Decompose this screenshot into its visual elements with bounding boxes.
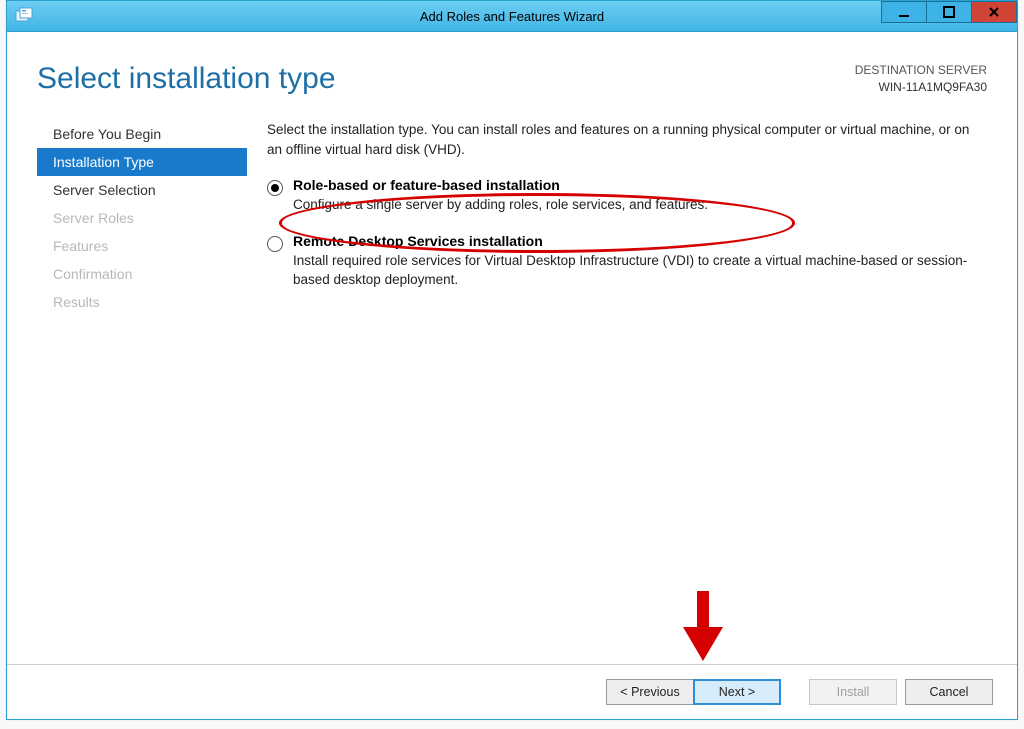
button-bar: < Previous Next > Install Cancel	[7, 664, 1017, 719]
titlebar[interactable]: Add Roles and Features Wizard	[7, 1, 1017, 32]
app-icon	[15, 7, 33, 25]
window-controls	[882, 1, 1017, 23]
install-button: Install	[809, 679, 897, 705]
annotation-arrow-icon	[679, 591, 727, 663]
main-pane: Select the installation type. You can in…	[247, 120, 1017, 316]
option-body: Role-based or feature-based installation…	[293, 177, 987, 215]
window-title: Add Roles and Features Wizard	[7, 9, 1017, 24]
option-title: Remote Desktop Services installation	[293, 233, 987, 249]
page-title: Select installation type	[37, 62, 336, 96]
option-desc: Install required role services for Virtu…	[293, 251, 987, 290]
body: Before You Begin Installation Type Serve…	[7, 120, 1017, 316]
cancel-button[interactable]: Cancel	[905, 679, 993, 705]
option-body: Remote Desktop Services installation Ins…	[293, 233, 987, 290]
destination-label: DESTINATION SERVER	[855, 62, 987, 79]
previous-button[interactable]: < Previous	[606, 679, 694, 705]
maximize-button[interactable]	[926, 1, 972, 23]
nav-button-group: < Previous Next >	[606, 679, 781, 705]
step-before-you-begin[interactable]: Before You Begin	[37, 120, 247, 148]
wizard-steps-sidebar: Before You Begin Installation Type Serve…	[37, 120, 247, 316]
step-server-roles: Server Roles	[37, 204, 247, 232]
wizard-window: Add Roles and Features Wizard Select ins…	[6, 0, 1018, 720]
minimize-button[interactable]	[881, 1, 927, 23]
header: Select installation type DESTINATION SER…	[7, 32, 1017, 120]
next-button[interactable]: Next >	[693, 679, 781, 705]
destination-name: WIN-11A1MQ9FA30	[855, 79, 987, 96]
step-results: Results	[37, 288, 247, 316]
step-installation-type[interactable]: Installation Type	[37, 148, 247, 176]
intro-text: Select the installation type. You can in…	[267, 120, 987, 159]
option-title: Role-based or feature-based installation	[293, 177, 987, 193]
destination-server-block: DESTINATION SERVER WIN-11A1MQ9FA30	[855, 62, 987, 96]
step-confirmation: Confirmation	[37, 260, 247, 288]
radio-role-based[interactable]	[267, 180, 283, 196]
step-features: Features	[37, 232, 247, 260]
step-server-selection[interactable]: Server Selection	[37, 176, 247, 204]
radio-remote-desktop[interactable]	[267, 236, 283, 252]
option-remote-desktop[interactable]: Remote Desktop Services installation Ins…	[267, 233, 987, 290]
option-desc: Configure a single server by adding role…	[293, 195, 987, 215]
close-button[interactable]	[971, 1, 1017, 23]
option-role-based[interactable]: Role-based or feature-based installation…	[267, 177, 987, 215]
